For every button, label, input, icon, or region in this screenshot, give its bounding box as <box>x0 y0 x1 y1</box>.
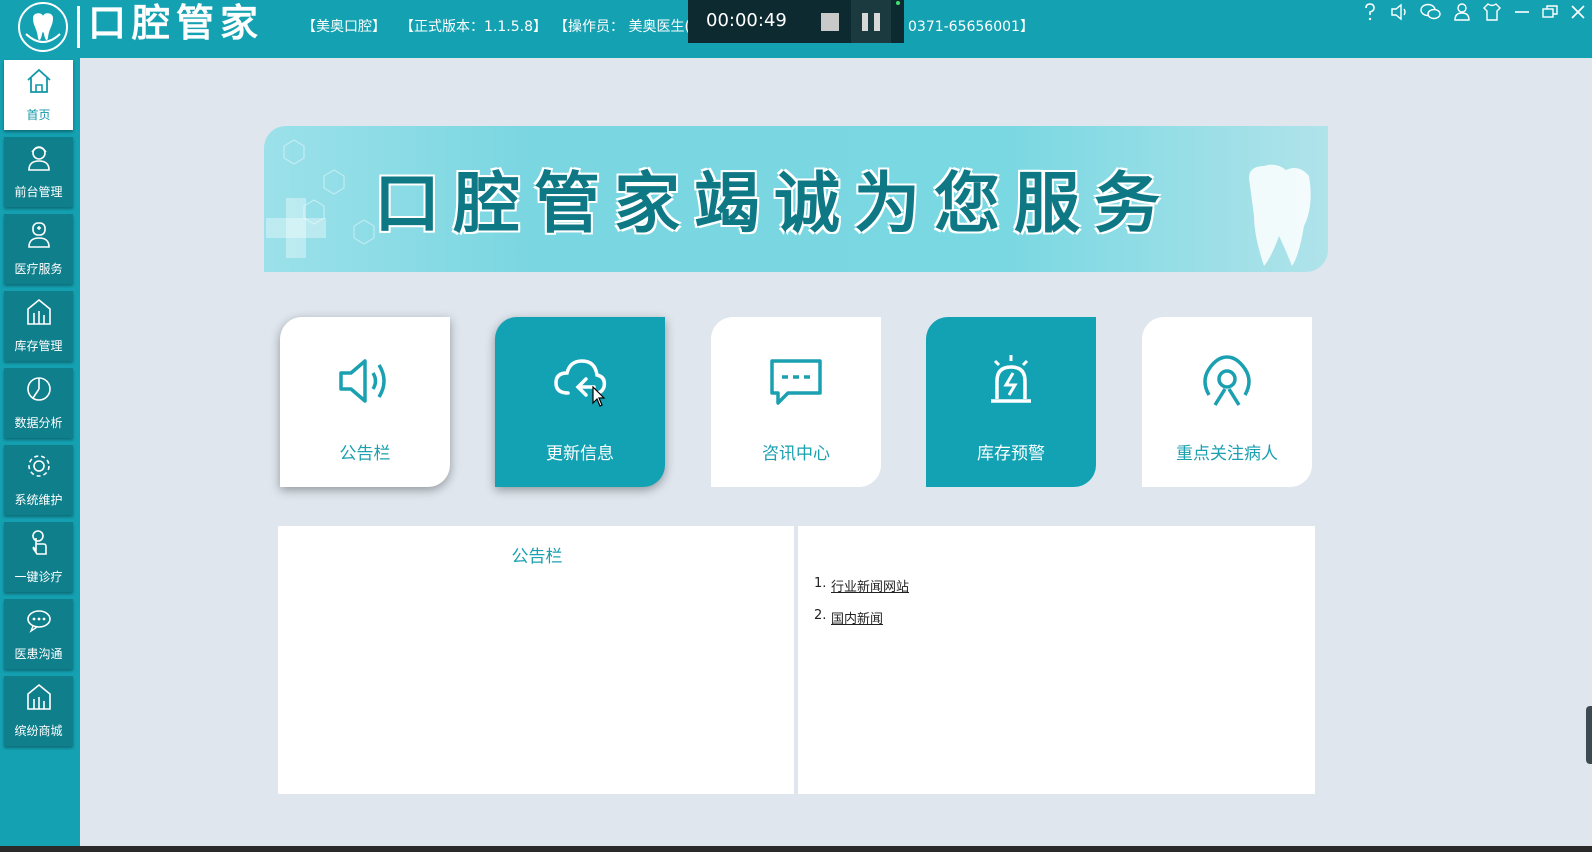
clinic-name: 【美奥口腔】 <box>302 19 386 35</box>
restore-icon[interactable] <box>1540 2 1560 22</box>
key-patients-card[interactable]: 重点关注病人 <box>1142 317 1312 487</box>
logo-divider <box>77 6 80 48</box>
app-brand: 口腔管家 <box>88 0 265 45</box>
home-icon <box>27 68 51 93</box>
user-icon[interactable] <box>1452 2 1472 22</box>
update-info-card[interactable]: 更新信息 <box>495 317 665 487</box>
sidebar-item-store[interactable]: 缤纷商城 <box>4 676 73 746</box>
card-label: 咨讯中心 <box>762 444 830 464</box>
phone-info: 0371-65656001】 <box>908 19 1034 35</box>
close-icon[interactable] <box>1568 2 1588 22</box>
domestic-news-link[interactable]: 国内新闻 <box>831 608 883 627</box>
chat-icon <box>27 610 51 633</box>
news-panel <box>798 526 1315 794</box>
sidebar-item-inventory[interactable]: 库存管理 <box>4 291 73 361</box>
sidebar-item-label: 数据分析 <box>14 416 63 430</box>
doctor-icon <box>28 222 50 248</box>
minimize-icon[interactable] <box>1512 2 1532 22</box>
operator-info: 【操作员： 美奥医生( <box>554 19 690 35</box>
settings-icon <box>28 455 50 477</box>
card-label: 重点关注病人 <box>1176 444 1278 464</box>
skin-icon[interactable] <box>1482 2 1502 22</box>
notice-panel-title: 公告栏 <box>511 547 563 567</box>
wechat-icon[interactable] <box>1420 2 1441 22</box>
alarm-icon <box>991 355 1031 403</box>
sidebar-item-label: 缤纷商城 <box>14 724 63 738</box>
industry-news-link[interactable]: 行业新闻网站 <box>831 576 909 595</box>
sidebar-item-front-desk[interactable]: 前台管理 <box>4 137 73 207</box>
sidebar-item-label: 一键诊疗 <box>14 570 63 584</box>
stop-recording-button[interactable] <box>821 13 839 31</box>
taskbar-strip <box>0 846 1592 852</box>
receptionist-icon <box>28 146 50 171</box>
pause-recording-button[interactable] <box>851 0 891 43</box>
banner-title: 口腔管家竭诚为您服务 <box>374 164 1174 242</box>
mute-icon[interactable] <box>1390 2 1410 22</box>
side-drawer-handle[interactable] <box>1586 706 1592 764</box>
message-icon <box>770 359 822 405</box>
sidebar-item-medical[interactable]: 医疗服务 <box>4 214 73 284</box>
screen-recorder: 00:00:49 <box>688 0 904 43</box>
help-icon[interactable] <box>1360 2 1380 22</box>
tooth-logo-icon <box>18 2 68 52</box>
store-icon <box>27 683 51 710</box>
news-center-card[interactable]: 咨讯中心 <box>711 317 881 487</box>
notice-board-card[interactable]: 公告栏 <box>280 317 450 487</box>
sidebar-item-label: 系统维护 <box>14 493 63 507</box>
recording-indicator <box>896 1 900 5</box>
card-label: 更新信息 <box>546 444 614 464</box>
target-person-icon <box>1203 355 1251 406</box>
sidebar-item-system[interactable]: 系统维护 <box>4 445 73 515</box>
sidebar-item-quick-treatment[interactable]: 一键诊疗 <box>4 522 73 592</box>
card-label: 库存预警 <box>977 444 1045 464</box>
speaker-icon <box>339 359 386 403</box>
inventory-alert-card[interactable]: 库存预警 <box>926 317 1096 487</box>
sidebar: 首页 前台管理 医疗服务 库存管理 数据分析 系统维护 一键诊疗 医患沟通 缤纷… <box>0 58 80 852</box>
welcome-banner: 口腔管家竭诚为您服务 <box>264 126 1328 272</box>
sidebar-item-label: 前台管理 <box>14 185 63 199</box>
sidebar-item-label: 首页 <box>26 108 51 122</box>
mouse-cursor-icon <box>592 386 606 407</box>
list-number: 1. <box>814 576 827 591</box>
notice-panel: 公告栏 <box>278 526 794 794</box>
pie-chart-icon <box>27 377 51 401</box>
touch-icon <box>32 530 47 555</box>
warehouse-icon <box>27 298 51 325</box>
recording-time: 00:00:49 <box>706 10 787 31</box>
sidebar-item-analytics[interactable]: 数据分析 <box>4 368 73 438</box>
list-number: 2. <box>814 608 827 623</box>
sidebar-item-home[interactable]: 首页 <box>4 60 73 130</box>
card-label: 公告栏 <box>339 444 391 464</box>
sidebar-item-label: 医患沟通 <box>14 647 63 661</box>
version-info: 【正式版本：1.1.5.8】 <box>400 19 547 35</box>
sidebar-item-label: 医疗服务 <box>14 262 63 276</box>
sidebar-item-communication[interactable]: 医患沟通 <box>4 599 73 669</box>
sidebar-item-label: 库存管理 <box>14 339 63 353</box>
